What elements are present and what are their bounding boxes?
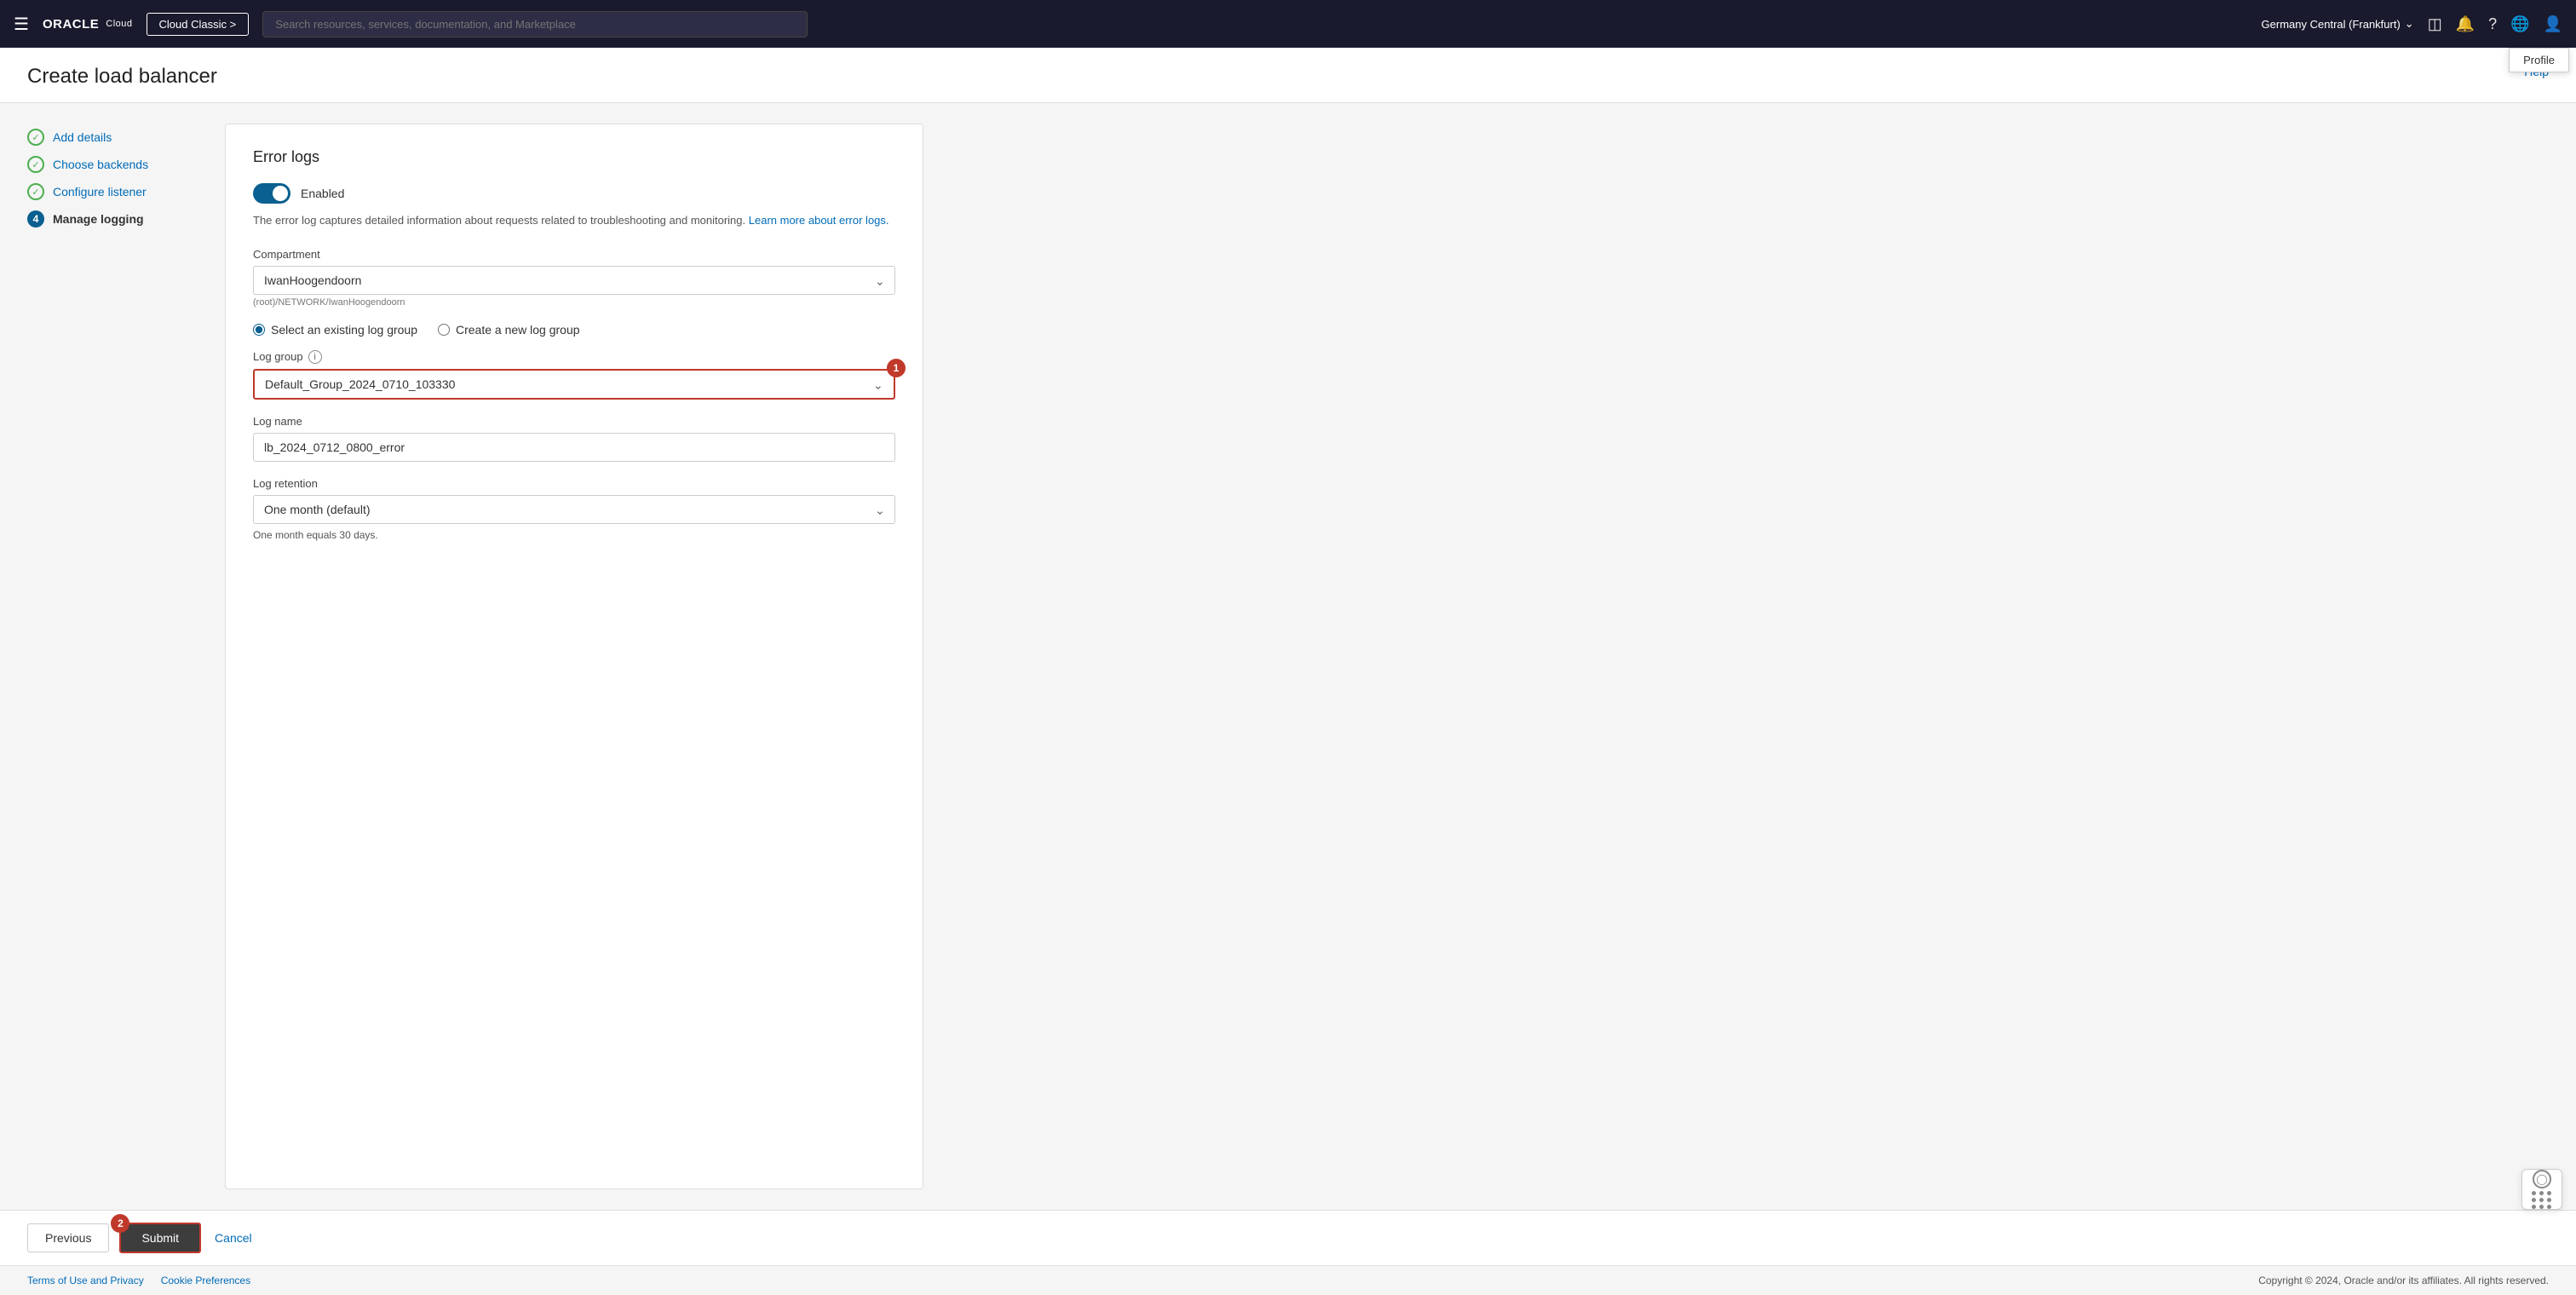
description-text: The error log captures detailed informat… (253, 212, 895, 229)
language-icon[interactable]: 🌐 (2510, 15, 2529, 33)
step-check-icon: ✓ (27, 183, 44, 200)
log-retention-select[interactable]: One month (default) (253, 495, 895, 524)
hamburger-icon[interactable]: ☰ (14, 14, 29, 35)
cloud-classic-button[interactable]: Cloud Classic > (147, 13, 250, 36)
log-name-input[interactable] (253, 433, 895, 462)
radio-new-input[interactable] (438, 324, 450, 336)
floating-help-button[interactable]: ◯ (2521, 1169, 2562, 1210)
step-check-icon: ✓ (27, 129, 44, 146)
toggle-label: Enabled (301, 187, 344, 200)
top-navigation: ☰ ORACLE Cloud Cloud Classic > Germany C… (0, 0, 2576, 48)
radio-new[interactable]: Create a new log group (438, 323, 580, 337)
compartment-field-group: Compartment IwanHoogendoorn (root)/NETWO… (253, 248, 895, 308)
step-configure-listener[interactable]: ✓ Configure listener (27, 178, 198, 205)
developer-tools-icon[interactable]: ◫ (2428, 15, 2442, 33)
section-title: Error logs (253, 148, 895, 166)
step-choose-backends[interactable]: ✓ Choose backends (27, 151, 198, 178)
previous-button[interactable]: Previous (27, 1223, 109, 1252)
log-group-select-wrapper: Default_Group_2024_0710_103330 (253, 369, 895, 400)
compartment-select-wrapper: IwanHoogendoorn (253, 266, 895, 295)
cancel-button[interactable]: Cancel (211, 1224, 256, 1252)
badge-1: 1 (887, 359, 906, 377)
float-dots-icon (2532, 1191, 2552, 1209)
search-input[interactable] (262, 11, 808, 37)
step-add-details[interactable]: ✓ Add details (27, 124, 198, 151)
radio-existing[interactable]: Select an existing log group (253, 323, 417, 337)
log-name-field-group: Log name (253, 415, 895, 462)
form-card: Error logs Enabled The error log capture… (225, 124, 923, 1189)
log-group-label: Log group i (253, 350, 895, 364)
notifications-icon[interactable]: 🔔 (2456, 15, 2475, 33)
page-title: Create load balancer (27, 65, 217, 89)
learn-more-link[interactable]: Learn more about error logs. (749, 214, 889, 227)
chevron-down-icon: ⌄ (2405, 17, 2414, 31)
main-content: ✓ Add details ✓ Choose backends ✓ Config… (0, 103, 2576, 1210)
log-name-label: Log name (253, 415, 895, 428)
footer: Terms of Use and Privacy Cookie Preferen… (0, 1265, 2576, 1295)
help-icon[interactable]: ? (2488, 15, 2497, 33)
toggle-row: Enabled (253, 183, 895, 204)
steps-sidebar: ✓ Add details ✓ Choose backends ✓ Config… (27, 124, 198, 1189)
profile-tooltip: Profile (2509, 48, 2569, 72)
log-retention-field-group: Log retention One month (default) One mo… (253, 477, 895, 541)
log-retention-label: Log retention (253, 477, 895, 490)
step-check-icon: ✓ (27, 156, 44, 173)
nav-right: Germany Central (Frankfurt) ⌄ ◫ 🔔 ? 🌐 👤 (2262, 15, 2562, 33)
log-group-info-icon[interactable]: i (308, 350, 322, 364)
terms-link[interactable]: Terms of Use and Privacy (27, 1275, 144, 1286)
enabled-toggle[interactable] (253, 183, 290, 204)
region-selector[interactable]: Germany Central (Frankfurt) ⌄ (2262, 17, 2414, 31)
compartment-label: Compartment (253, 248, 895, 261)
page-header: Create load balancer Help (0, 48, 2576, 103)
profile-icon[interactable]: 👤 (2544, 15, 2562, 33)
log-group-inner-select-wrapper: Default_Group_2024_0710_103330 (255, 371, 894, 398)
footer-left: Terms of Use and Privacy Cookie Preferen… (27, 1275, 250, 1286)
log-retention-select-wrapper: One month (default) (253, 495, 895, 524)
compartment-select[interactable]: IwanHoogendoorn (253, 266, 895, 295)
log-retention-info: One month equals 30 days. (253, 529, 895, 541)
submit-button-wrapper: 2 Submit (119, 1223, 201, 1253)
log-group-select[interactable]: Default_Group_2024_0710_103330 (255, 371, 894, 398)
copyright-text: Copyright © 2024, Oracle and/or its affi… (2258, 1275, 2549, 1286)
bottom-bar: Previous 2 Submit Cancel (0, 1210, 2576, 1265)
log-group-field-group: Log group i 1 Default_Group_2024_0710_10… (253, 350, 895, 400)
radio-existing-input[interactable] (253, 324, 265, 336)
cookie-link[interactable]: Cookie Preferences (161, 1275, 250, 1286)
log-group-type-radio-group: Select an existing log group Create a ne… (253, 323, 895, 337)
log-group-wrapper: 1 Default_Group_2024_0710_103330 (253, 369, 895, 400)
oracle-logo: ORACLE Cloud (43, 17, 133, 32)
step-manage-logging[interactable]: 4 Manage logging (27, 205, 198, 233)
submit-button[interactable]: Submit (119, 1223, 201, 1253)
compartment-sub: (root)/NETWORK/IwanHoogendoorn (253, 297, 895, 308)
float-ring-icon: ◯ (2533, 1170, 2551, 1189)
step-number-icon: 4 (27, 210, 44, 227)
